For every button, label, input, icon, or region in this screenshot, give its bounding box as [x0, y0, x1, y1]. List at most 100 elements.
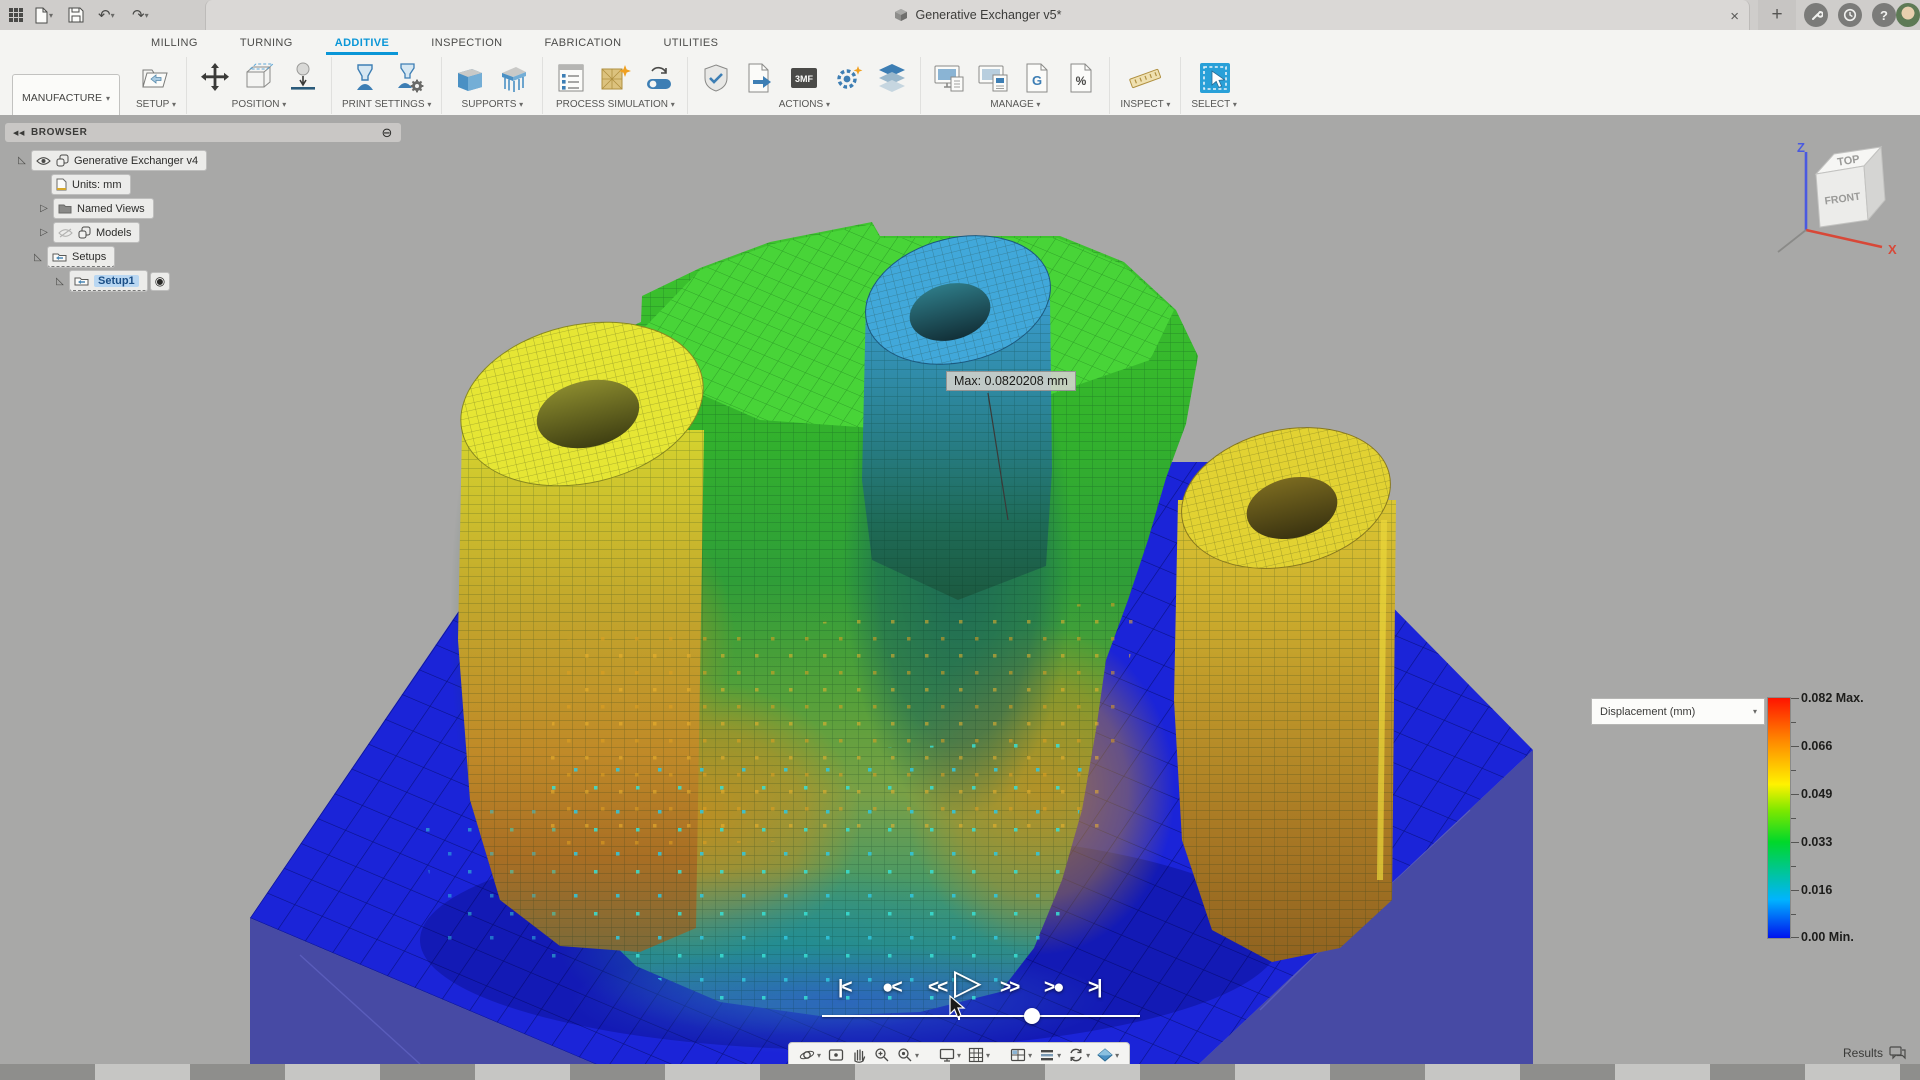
group-label-print-settings[interactable]: PRINT SETTINGS ▾ — [342, 96, 431, 114]
tab-milling[interactable]: MILLING — [130, 30, 219, 55]
eye-hidden-icon[interactable] — [58, 228, 73, 238]
redo-icon[interactable]: ↷ ▾ — [132, 4, 149, 26]
expand-icon[interactable]: ▷ — [38, 227, 50, 238]
orbit-icon[interactable]: ▾ — [799, 1047, 821, 1063]
playback-first-button[interactable]: |< — [838, 977, 850, 999]
undo-icon[interactable]: ↶ ▾ — [98, 4, 115, 26]
tab-inspection[interactable]: INSPECTION — [410, 30, 523, 55]
machine-settings-icon[interactable] — [391, 61, 427, 95]
simulate-build-icon[interactable] — [597, 61, 633, 95]
compensate-icon[interactable] — [641, 61, 677, 95]
voxel-speckles — [420, 600, 1140, 1005]
view-cube[interactable]: TOP FRONT Z X — [1770, 135, 1920, 265]
navigation-toolbar: ▾ ▾ ▾ ▾ ▾ ▾ ▾ ▾ — [788, 1042, 1130, 1064]
tab-turning[interactable]: TURNING — [219, 30, 314, 55]
playback-slider-handle[interactable] — [1024, 1008, 1040, 1024]
collapse-panel-icon[interactable]: ◀◀ — [13, 129, 25, 137]
orientation-box-icon[interactable] — [241, 61, 277, 95]
zoom-icon[interactable] — [874, 1047, 890, 1063]
playback-forward-button[interactable]: >> — [1000, 977, 1018, 999]
new-tab-icon[interactable]: + — [1758, 0, 1796, 30]
visual-style-icon[interactable]: ▾ — [1097, 1047, 1119, 1063]
viewports-icon[interactable]: ▾ — [1010, 1047, 1032, 1063]
group-label-process-simulation[interactable]: PROCESS SIMULATION ▾ — [556, 96, 675, 114]
tree-label-selected: Setup1 — [94, 275, 139, 287]
recent-clock-icon[interactable] — [1838, 3, 1862, 27]
gcode-library-icon[interactable]: G — [1019, 61, 1055, 95]
group-label-select[interactable]: SELECT ▾ — [1191, 96, 1237, 114]
place-on-platform-icon[interactable] — [285, 61, 321, 95]
bar-support-icon[interactable] — [496, 61, 532, 95]
model-left-boss[interactable] — [444, 299, 719, 952]
comments-icon[interactable] — [1889, 1046, 1906, 1060]
tab-additive[interactable]: ADDITIVE — [314, 30, 411, 55]
group-label-setup[interactable]: SETUP ▾ — [136, 96, 176, 114]
model-right-boss[interactable] — [1167, 408, 1404, 962]
printability-icon[interactable] — [698, 61, 734, 95]
new-setup-icon[interactable] — [138, 61, 174, 95]
expand-icon[interactable]: ◺ — [54, 276, 66, 287]
tree-item-setup1[interactable]: ◺ Setup1 ◉ — [54, 271, 169, 291]
measure-icon[interactable] — [1127, 61, 1163, 95]
avatar[interactable] — [1896, 3, 1920, 27]
expand-icon[interactable]: ▷ — [38, 203, 50, 214]
playback-last-button[interactable]: >| — [1088, 977, 1100, 999]
refresh-icon[interactable]: ▾ — [1068, 1047, 1090, 1063]
print-setting-library-icon[interactable] — [975, 61, 1011, 95]
group-label-actions[interactable]: ACTIONS ▾ — [779, 96, 830, 114]
tree-item-models[interactable]: ▷ Models — [38, 223, 139, 242]
active-setup-target-icon[interactable]: ◉ — [151, 273, 169, 290]
export-icon[interactable] — [742, 61, 778, 95]
save-icon[interactable] — [68, 4, 84, 26]
variables-icon[interactable]: % — [1063, 61, 1099, 95]
additive-layers-icon[interactable] — [874, 61, 910, 95]
tree-item-root[interactable]: ◺ Generative Exchanger v4 — [16, 151, 206, 170]
tree-label: Setups — [72, 251, 106, 263]
solid-support-icon[interactable] — [452, 61, 488, 95]
document-tab[interactable]: Generative Exchanger v5* × — [205, 0, 1750, 30]
group-process-simulation: PROCESS SIMULATION ▾ — [543, 57, 688, 114]
layer-steps-icon[interactable]: ▾ — [1039, 1047, 1061, 1063]
legend-result-dropdown[interactable]: Displacement (mm) ▾ — [1591, 698, 1765, 725]
generate-icon[interactable] — [830, 61, 866, 95]
zoom-window-icon[interactable]: ▾ — [897, 1047, 919, 1063]
tab-fabrication[interactable]: FABRICATION — [524, 30, 643, 55]
browser-minimize-icon[interactable]: ⊖ — [382, 125, 394, 141]
tree-item-setups[interactable]: ◺ Setups — [32, 247, 114, 267]
grid-snaps-icon[interactable]: ▾ — [968, 1047, 990, 1063]
group-label-inspect[interactable]: INSPECT ▾ — [1120, 96, 1170, 114]
file-menu-icon[interactable]: ▾ — [34, 4, 53, 26]
playback-rewind-button[interactable]: << — [928, 977, 946, 999]
playback-prev-key-button[interactable]: ●< — [882, 977, 901, 999]
app-grid-icon[interactable] — [8, 4, 24, 26]
tab-utilities[interactable]: UTILITIES — [642, 30, 739, 55]
pan-icon[interactable] — [851, 1047, 867, 1063]
playback-slider[interactable] — [822, 1015, 1140, 1017]
browser-header[interactable]: ◀◀ BROWSER ⊖ — [5, 123, 401, 142]
group-label-supports[interactable]: SUPPORTS ▾ — [462, 96, 524, 114]
group-manage: G % MANAGE ▾ — [921, 57, 1110, 114]
machine-library-icon[interactable] — [931, 61, 967, 95]
group-label-manage[interactable]: MANAGE ▾ — [990, 96, 1040, 114]
tree-item-units[interactable]: Units: mm — [52, 175, 130, 194]
expand-icon[interactable]: ◺ — [16, 155, 28, 166]
select-icon[interactable] — [1196, 61, 1232, 95]
display-settings-icon[interactable]: ▾ — [939, 1047, 961, 1063]
eye-icon[interactable] — [36, 156, 51, 166]
axis-z-label: Z — [1797, 140, 1805, 155]
model-main-body[interactable] — [450, 222, 1198, 1055]
look-at-icon[interactable] — [828, 1047, 844, 1063]
help-icon[interactable]: ? — [1872, 3, 1896, 27]
model-top-boss[interactable] — [852, 217, 1064, 600]
group-label-position[interactable]: POSITION ▾ — [232, 96, 287, 114]
move-icon[interactable] — [197, 61, 233, 95]
build-plate[interactable] — [250, 462, 1533, 1064]
close-tab-icon[interactable]: × — [1730, 5, 1739, 27]
expand-icon[interactable]: ◺ — [32, 252, 44, 263]
simulation-study-icon[interactable] — [553, 61, 589, 95]
export-3mf-icon[interactable]: 3MF — [786, 61, 822, 95]
print-settings-icon[interactable] — [347, 61, 383, 95]
tree-item-named-views[interactable]: ▷ Named Views — [38, 199, 153, 218]
job-status-icon[interactable] — [1804, 3, 1828, 27]
playback-next-key-button[interactable]: >● — [1044, 977, 1063, 999]
